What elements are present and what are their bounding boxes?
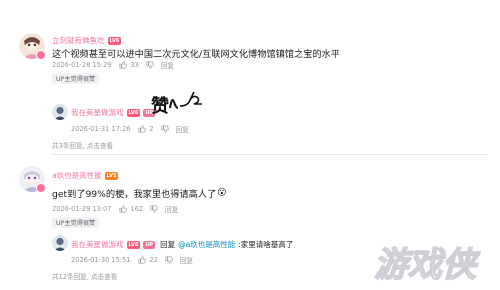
reply-2-level-badge: LV6 bbox=[126, 240, 141, 249]
comment-2-username[interactable]: a玖也是高性能 bbox=[52, 170, 102, 181]
reply-1-username[interactable]: 我在美星做游戏 bbox=[71, 107, 124, 118]
reply-2-date: 2026-01-30 15:51 bbox=[71, 256, 131, 264]
comment-2-more-replies-link[interactable]: 共12条回复, 点击查看 bbox=[52, 271, 117, 281]
comment-1-reply-button[interactable]: 回复 bbox=[161, 60, 174, 70]
reply-2-reply-prefix: 回复 bbox=[160, 240, 176, 249]
comment-2-text: get到了99%的梗，我家里也得请高人了 bbox=[52, 189, 217, 200]
reply-1-avatar[interactable] bbox=[52, 104, 68, 120]
comment-2-up-liked-tag: UP主觉得很赞 bbox=[52, 217, 100, 228]
comment-1-level-badge: LV6 bbox=[107, 36, 122, 45]
reply-1-sticker-text: 赞 bbox=[150, 96, 169, 117]
comment-1-up-liked-tag: UP主觉得很赞 bbox=[52, 73, 100, 84]
reply-2-mention-link[interactable]: @a玖也是高性能 bbox=[178, 239, 235, 250]
thumbs-up-icon[interactable] bbox=[119, 61, 128, 69]
thumbs-down-icon[interactable] bbox=[165, 256, 173, 264]
thumbs-up-icon[interactable] bbox=[119, 205, 128, 213]
reply-1-reply-button[interactable]: 回复 bbox=[176, 124, 189, 134]
reply-2-up-badge: UP bbox=[143, 240, 156, 249]
comment-2-reply-button[interactable]: 回复 bbox=[165, 204, 178, 214]
comment-1-date: 2026-01-28 15:29 bbox=[52, 61, 112, 69]
comment-1-more-replies-link[interactable]: 共3条回复, 点击查看 bbox=[52, 140, 113, 150]
reply-1-sticker-image[interactable]: 赞 bbox=[150, 88, 210, 118]
comment-1-username[interactable]: 立刻就有佛鱼吃 bbox=[52, 35, 105, 46]
reply-2-text: :家里请啥基高了 bbox=[238, 240, 294, 249]
watermark-logo: 游戏侠 bbox=[372, 238, 492, 286]
comment-1-avatar-badge bbox=[36, 50, 46, 60]
thumbs-down-icon[interactable] bbox=[146, 61, 154, 69]
reply-1-like-count: 2 bbox=[149, 125, 154, 133]
thumbs-up-icon[interactable] bbox=[138, 256, 147, 264]
reply-1-level-badge: LV6 bbox=[126, 108, 141, 117]
comment-2-date: 2026-01-29 13:07 bbox=[52, 205, 112, 213]
comment-divider bbox=[52, 154, 488, 155]
reply-2-avatar[interactable] bbox=[52, 235, 68, 251]
reply-2-like-count: 22 bbox=[149, 256, 158, 264]
thumbs-down-icon[interactable] bbox=[161, 125, 169, 133]
comment-2-level-badge: LV5 bbox=[104, 171, 119, 180]
reply-1-date: 2026-01-31 17:26 bbox=[71, 125, 131, 133]
comment-1-text: 这个视频甚至可以进中国二次元文化/互联网文化博物馆镇馆之宝的水平 bbox=[52, 49, 340, 60]
thumbs-up-icon[interactable] bbox=[138, 125, 147, 133]
thumbs-down-icon[interactable] bbox=[150, 205, 158, 213]
comment-2-avatar-badge bbox=[36, 183, 46, 193]
watermark-text: 游戏侠 bbox=[374, 245, 481, 285]
surprised-emoji: 😮 bbox=[217, 188, 227, 198]
reply-2-reply-button[interactable]: 回复 bbox=[180, 255, 193, 265]
comment-2-like-count: 162 bbox=[130, 205, 144, 213]
comment-1-like-count: 33 bbox=[130, 61, 139, 69]
reply-2-username[interactable]: 我在美星做游戏 bbox=[71, 239, 124, 250]
